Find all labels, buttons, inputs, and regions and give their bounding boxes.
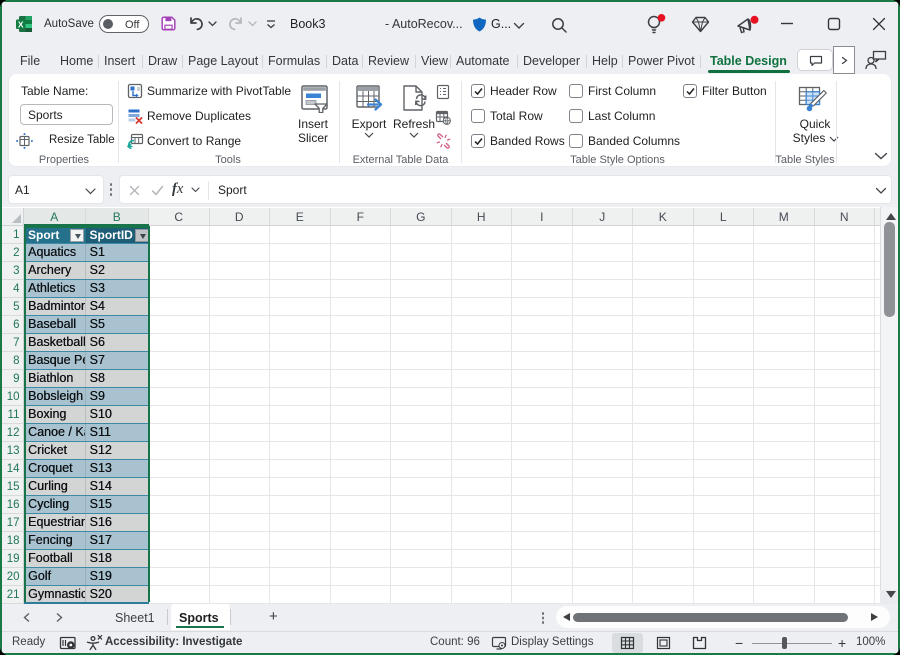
svg-text:X: X [18,19,24,29]
